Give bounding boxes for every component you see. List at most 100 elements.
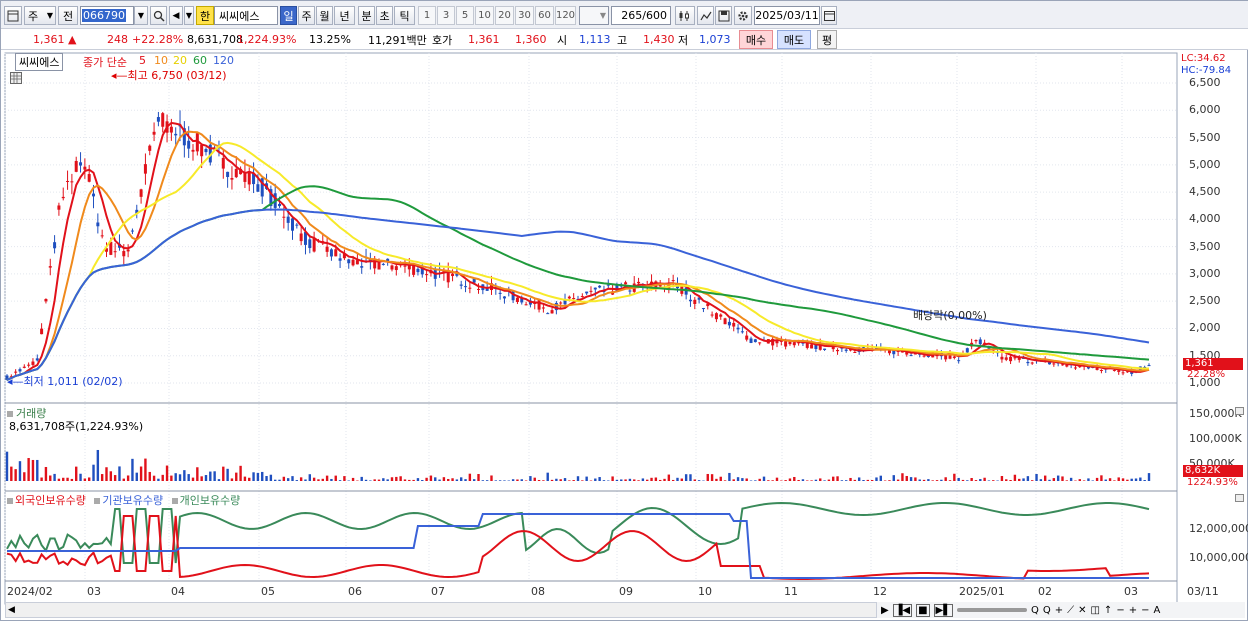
volume-bar	[711, 474, 713, 481]
count-field[interactable]: 265/600	[611, 6, 671, 25]
candle-body	[793, 342, 796, 345]
interval-20-button[interactable]: 20	[495, 6, 514, 25]
camera-icon[interactable]: ◫	[1090, 605, 1099, 616]
volume-bar	[880, 476, 882, 481]
volume-bar	[940, 480, 942, 481]
font-size-icon[interactable]: A	[1153, 605, 1160, 616]
interval-30-button[interactable]: 30	[515, 6, 534, 25]
dividend-event-label[interactable]: 배당락(0,00%)	[913, 307, 987, 323]
ma20-label[interactable]: 20	[173, 54, 187, 67]
gear-icon[interactable]	[734, 6, 752, 25]
candle-body	[628, 291, 631, 292]
interval-5-button[interactable]: 5	[456, 6, 474, 25]
volume-bar	[309, 474, 311, 481]
stock-name-field[interactable]: 씨씨에스	[214, 6, 278, 25]
zoom-out-icon[interactable]: Q	[1043, 605, 1051, 616]
chart-type-icon[interactable]	[675, 6, 695, 25]
speaker-dropdown-button[interactable]: ▼	[184, 6, 194, 25]
interval-10-button[interactable]: 10	[475, 6, 494, 25]
holding-panel-legend[interactable]: 외국인보유수량 기관보유수량 개인보유수량	[7, 492, 240, 508]
period-week-button[interactable]: 주	[298, 6, 315, 25]
window-icon[interactable]	[4, 6, 22, 25]
volume-bar	[547, 473, 549, 481]
ma5-label[interactable]: 5	[139, 54, 146, 67]
ma120-label[interactable]: 120	[213, 54, 234, 67]
panel-collapse-icon[interactable]	[1235, 494, 1244, 502]
zoom-in-icon[interactable]: Q	[1031, 605, 1039, 616]
volume-bar	[867, 480, 869, 481]
candle-body	[170, 127, 173, 133]
search-icon[interactable]	[150, 6, 167, 25]
candle-body	[66, 181, 69, 182]
individual-holding-label: 개인보유수량	[180, 494, 241, 507]
hangul-button[interactable]: 한	[196, 6, 214, 25]
volume-bar	[646, 480, 648, 481]
chart-area[interactable]: 씨씨에스 종가 단순 5 10 20 60 120 ◂—최고 6,750 (03…	[1, 51, 1248, 622]
volume-bar	[707, 474, 709, 481]
horizontal-scrollbar[interactable]: ◀	[5, 602, 877, 618]
chart-canvas[interactable]	[1, 51, 1248, 622]
minus-icon[interactable]: −	[1116, 605, 1124, 616]
volume-bar	[153, 476, 155, 481]
speaker-icon[interactable]: ◀	[169, 6, 183, 25]
candle-body	[823, 349, 826, 350]
candle-body	[732, 323, 735, 327]
volume-bar	[603, 480, 605, 481]
sell-button[interactable]: 매도	[777, 30, 811, 49]
buy-button[interactable]: 매수	[739, 30, 773, 49]
lc-value: LC:34.62	[1181, 53, 1226, 64]
draw-tool-icon[interactable]	[697, 6, 714, 25]
volume-bar	[443, 477, 445, 481]
prev-button[interactable]: 전	[58, 6, 78, 25]
scroll-right-icon[interactable]: ▶	[881, 605, 889, 616]
market-select[interactable]: 주▼	[24, 6, 56, 25]
candle-body	[477, 289, 480, 290]
date-input[interactable]: 2025/03/11	[754, 6, 820, 25]
interval-60-button[interactable]: 60	[535, 6, 554, 25]
code-dropdown-button[interactable]: ▼	[134, 6, 148, 25]
volume-bar	[815, 480, 817, 481]
volume-bar	[53, 474, 55, 481]
crosshair-icon[interactable]: +	[1055, 605, 1063, 616]
interval-120-button[interactable]: 120	[555, 6, 576, 25]
scroll-left-icon[interactable]: ◀	[8, 605, 15, 615]
candle-body	[114, 251, 117, 252]
stock-name-box[interactable]: 씨씨에스	[15, 53, 63, 71]
volume-bar	[767, 480, 769, 481]
interval-3-button[interactable]: 3	[437, 6, 455, 25]
zoom-slider[interactable]	[957, 608, 1027, 612]
volume-bar	[624, 479, 626, 481]
period-second-button[interactable]: 초	[376, 6, 393, 25]
avg-button[interactable]: 평	[817, 30, 837, 49]
custom-interval-input[interactable]: ▼	[579, 6, 609, 25]
interval-1-button[interactable]: 1	[418, 6, 436, 25]
candle-body	[79, 162, 82, 165]
volume-bar	[650, 478, 652, 481]
current-price: 1,361	[33, 31, 65, 48]
arrow-up-icon[interactable]: ↑	[1104, 605, 1112, 616]
draw-line-icon[interactable]: ⟋	[1067, 605, 1074, 616]
volume-bar	[343, 476, 345, 481]
stock-code-input[interactable]: 066790	[80, 6, 134, 25]
panel-collapse-icon[interactable]	[1235, 407, 1244, 415]
cursor-icon[interactable]: ✕	[1078, 605, 1086, 616]
period-year-button[interactable]: 년	[334, 6, 355, 25]
stop-icon[interactable]: ■	[916, 604, 929, 617]
period-month-button[interactable]: 월	[316, 6, 333, 25]
table-icon[interactable]	[10, 72, 22, 84]
volume-bar	[32, 460, 34, 481]
candle-body	[75, 161, 78, 172]
square-icon	[7, 411, 13, 417]
first-page-icon[interactable]: ▐◀	[893, 604, 912, 617]
calendar-icon[interactable]	[821, 6, 837, 25]
period-minute-button[interactable]: 분	[358, 6, 375, 25]
period-day-button[interactable]: 일	[280, 6, 297, 25]
ma10-label[interactable]: 10	[154, 54, 168, 67]
ma60-label[interactable]: 60	[193, 54, 207, 67]
minus-icon[interactable]: −	[1141, 605, 1149, 616]
save-icon[interactable]	[715, 6, 732, 25]
plus-icon[interactable]: +	[1129, 605, 1137, 616]
period-tick-button[interactable]: 틱	[394, 6, 415, 25]
square-icon	[172, 498, 178, 504]
last-page-icon[interactable]: ▶▌	[934, 604, 953, 617]
